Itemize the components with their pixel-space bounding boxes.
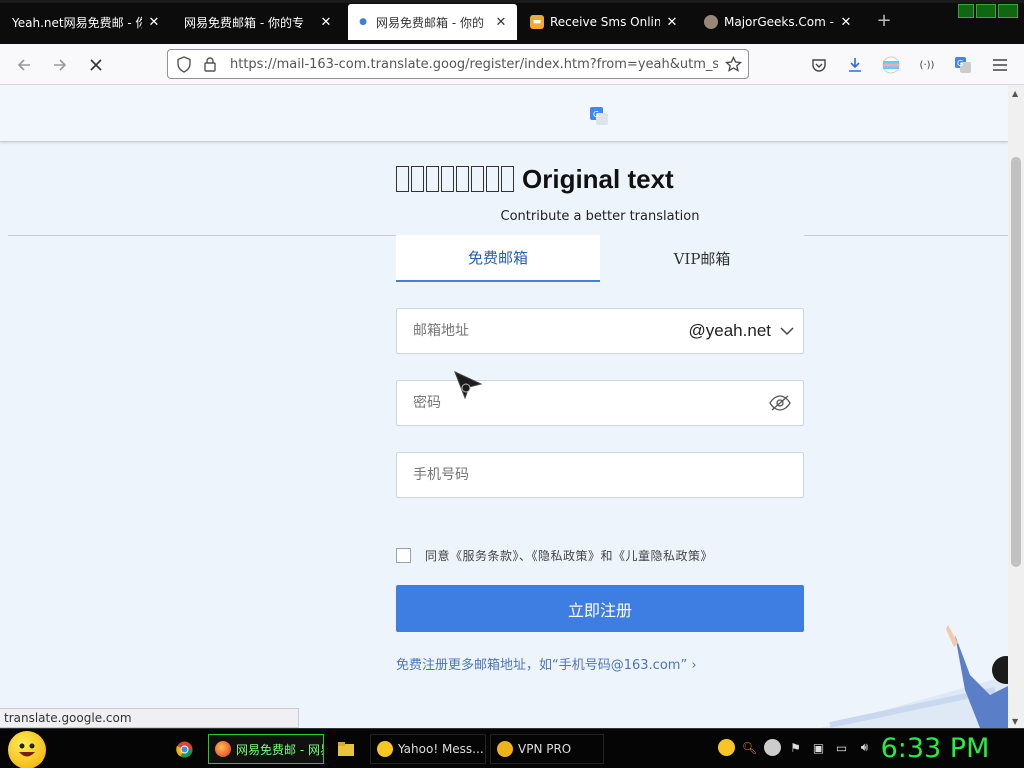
more-addresses-link[interactable]: 免费注册更多邮箱地址，如“手机号码@163.com” ›	[396, 654, 697, 673]
taskbar-item-label: Yahoo! Mess...	[398, 742, 484, 756]
close-window-button[interactable]	[998, 4, 1018, 18]
volume-icon[interactable]: 🔊︎	[856, 739, 873, 756]
taskbar-clock[interactable]: 6:33 PM	[876, 733, 994, 765]
translate-extension-icon[interactable]: G	[950, 52, 976, 78]
tab-netease-1[interactable]: 网易免费邮箱 - 你的专 ✕	[176, 4, 342, 40]
url-bar[interactable]: https://mail-163-com.translate.goog/regi…	[167, 49, 749, 79]
register-button[interactable]: 立即注册	[396, 585, 804, 632]
tab-free-mailbox[interactable]: 免费邮箱	[396, 235, 600, 282]
scroll-thumb[interactable]	[1011, 157, 1021, 567]
system-tray: 🔍︎ ⚑ ▣ ▭ 🔊︎	[718, 739, 873, 756]
tab-label: 网易免费邮箱 - 你的专	[184, 15, 304, 30]
tab-label: MajorGeeks.Com - M	[724, 15, 834, 29]
taskbar-yahoo-messenger[interactable]: Yahoo! Mess...	[370, 734, 486, 764]
contribute-translation-link[interactable]: Contribute a better translation	[396, 209, 804, 224]
url-text: https://mail-163-com.translate.goog/regi…	[230, 56, 718, 72]
page-scrollbar[interactable]: ▲ ▼	[1008, 85, 1024, 728]
email-field[interactable]: @yeah.net	[396, 308, 804, 354]
chevron-right-icon: ›	[691, 658, 697, 673]
chrome-icon[interactable]	[176, 741, 193, 762]
taskbar: 网易免费邮 - 网易免费邮... Yahoo! Mess... VPN PRO …	[0, 728, 1024, 768]
svg-text:G: G	[957, 59, 963, 68]
taskbar-item-label: 网易免费邮 - 网易免费邮...	[236, 742, 323, 757]
chat-tray-icon[interactable]	[764, 739, 781, 756]
tab-label: Receive Sms Online C	[550, 15, 660, 29]
close-icon[interactable]: ✕	[318, 15, 334, 30]
extension-flag-icon[interactable]	[878, 52, 904, 78]
tab-strip: Yeah.net网易免费邮 - 你 ✕ 网易免费邮箱 - 你的专 ✕ ● 网易免…	[0, 0, 1024, 44]
minimize-button[interactable]	[958, 4, 974, 18]
close-icon[interactable]: ✕	[838, 15, 854, 30]
illustration-pointing-figure	[820, 625, 1008, 728]
google-translate-icon[interactable]: G	[590, 107, 608, 125]
sms-favicon-icon: ▬	[530, 15, 544, 29]
agreement-checkbox[interactable]	[396, 548, 411, 563]
yahoo-messenger-icon	[377, 741, 393, 757]
headline-text: Original text	[522, 163, 674, 194]
svg-text:G: G	[593, 110, 599, 119]
untranslated-glyphs	[396, 166, 514, 192]
dots-extension-icon[interactable]: (·))	[914, 52, 940, 78]
taskbar-vpn-pro[interactable]: VPN PRO	[490, 734, 604, 764]
status-link-preview: translate.google.com	[0, 708, 299, 728]
page-title: Original text	[396, 159, 674, 199]
majorgeeks-favicon-icon	[704, 15, 718, 29]
maximize-button[interactable]	[976, 4, 996, 18]
firefox-icon	[215, 741, 231, 757]
tab-yeah[interactable]: Yeah.net网易免费邮 - 你 ✕	[4, 4, 170, 40]
start-smiley-icon[interactable]	[8, 731, 46, 768]
folder-icon[interactable]	[337, 740, 355, 762]
vpn-icon	[497, 741, 513, 757]
phone-field[interactable]	[396, 452, 804, 498]
scroll-down-icon[interactable]: ▼	[1012, 717, 1018, 726]
google-translate-bar: G	[0, 85, 1008, 142]
scroll-up-icon[interactable]: ▲	[1012, 89, 1018, 98]
smiley-tray-icon[interactable]	[718, 739, 735, 756]
forward-arrow-icon[interactable]	[47, 52, 73, 78]
email-domain-suffix[interactable]: @yeah.net	[689, 321, 771, 341]
display-icon[interactable]: ▭	[833, 739, 850, 756]
network-icon[interactable]: ▣	[810, 739, 827, 756]
taskbar-firefox-window[interactable]: 网易免费邮 - 网易免费邮...	[208, 734, 324, 764]
bookmark-star-icon[interactable]	[724, 55, 743, 77]
email-input[interactable]	[413, 323, 689, 339]
tab-label: 网易免费邮箱 - 你的	[376, 15, 484, 30]
page-content: G Original text Contribute a better tran…	[0, 85, 1008, 728]
shield-icon[interactable]	[176, 56, 192, 77]
tab-netease-active[interactable]: ● 网易免费邮箱 - 你的 ✕	[348, 4, 517, 40]
menu-hamburger-icon[interactable]	[987, 52, 1013, 78]
taskbar-item-label: VPN PRO	[518, 742, 572, 756]
loading-dot-icon: ●	[359, 17, 367, 27]
back-arrow-icon[interactable]	[11, 52, 37, 78]
mouse-cursor-icon	[454, 371, 483, 400]
more-addresses-text: 免费注册更多邮箱地址，如“手机号码@163.com”	[396, 658, 688, 673]
close-icon[interactable]: ✕	[493, 15, 509, 30]
stop-loading-icon[interactable]	[83, 52, 109, 78]
flag-tray-icon[interactable]: ⚑	[787, 739, 804, 756]
agreement-row: 同意《服务条款》、《隐私政策》和《儿童隐私政策》	[396, 547, 713, 564]
download-icon[interactable]	[842, 52, 868, 78]
close-icon[interactable]: ✕	[664, 15, 680, 30]
new-tab-button[interactable]: +	[872, 10, 896, 34]
agreement-text: 同意《服务条款》、《隐私政策》和《儿童隐私政策》	[425, 549, 714, 563]
eye-hidden-icon[interactable]	[767, 395, 793, 411]
phone-input[interactable]	[413, 467, 803, 483]
tab-label: Yeah.net网易免费邮 - 你	[12, 15, 142, 30]
tab-receive-sms[interactable]: ▬ Receive Sms Online C ✕	[522, 4, 688, 40]
navigation-bar: https://mail-163-com.translate.goog/regi…	[0, 44, 1024, 85]
tab-majorgeeks[interactable]: MajorGeeks.Com - M ✕	[696, 4, 862, 40]
search-icon[interactable]: 🔍︎	[741, 739, 758, 756]
chevron-down-icon[interactable]	[777, 326, 797, 336]
registration-tabs: 免费邮箱 VIP邮箱	[396, 235, 804, 282]
pocket-icon[interactable]	[806, 52, 832, 78]
close-icon[interactable]: ✕	[146, 15, 162, 30]
lock-icon[interactable]	[203, 56, 217, 77]
tab-vip-mailbox[interactable]: VIP邮箱	[600, 235, 804, 282]
